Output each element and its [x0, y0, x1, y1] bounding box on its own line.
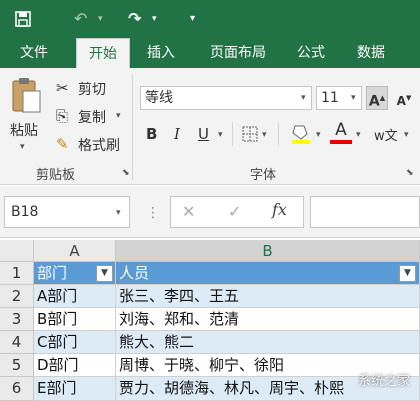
- row-header[interactable]: 5: [0, 354, 34, 377]
- redo-dropdown-icon[interactable]: ▾: [152, 0, 157, 38]
- table-cell[interactable]: 张三、李四、王五: [116, 285, 420, 308]
- format-painter-icon[interactable]: ✎: [56, 135, 69, 153]
- font-group-label: 字体: [250, 168, 277, 183]
- column-header-a[interactable]: A: [34, 240, 116, 262]
- increase-font-size-button[interactable]: A▲: [366, 86, 388, 110]
- font-color-dropdown-icon[interactable]: ▾: [356, 130, 361, 140]
- font-color-glyph: A: [335, 120, 347, 140]
- save-icon[interactable]: [14, 0, 32, 42]
- clipboard-group-label: 剪贴板: [36, 168, 76, 183]
- fill-color-icon[interactable]: [290, 122, 312, 150]
- insert-function-button[interactable]: fx: [272, 200, 287, 219]
- bold-button[interactable]: B: [146, 125, 157, 143]
- underline-button[interactable]: U: [198, 125, 209, 143]
- cut-icon[interactable]: ✂: [56, 79, 69, 97]
- row-header[interactable]: 2: [0, 285, 34, 308]
- copy-button[interactable]: 复制: [78, 107, 106, 127]
- cut-button[interactable]: 剪切: [78, 79, 106, 99]
- table-header-cell[interactable]: 人员: [116, 262, 420, 285]
- tab-insert[interactable]: 插入: [136, 38, 186, 68]
- copy-dropdown-icon[interactable]: ▾: [116, 111, 121, 121]
- font-name-dropdown-icon: ▾: [301, 93, 306, 103]
- phonetic-dropdown-icon[interactable]: ▾: [404, 130, 409, 140]
- tab-home[interactable]: 开始: [76, 38, 130, 68]
- table-cell[interactable]: E部门: [34, 377, 116, 401]
- phonetic-guide-icon[interactable]: w文: [374, 125, 398, 144]
- toolbar-separator: [232, 122, 233, 146]
- toolbar-separator: [278, 122, 279, 146]
- table-cell[interactable]: D部门: [34, 354, 116, 377]
- tab-formulas[interactable]: 公式: [286, 38, 336, 68]
- font-name-select[interactable]: 等线: [140, 86, 312, 110]
- table-cell[interactable]: A部门: [34, 285, 116, 308]
- underline-dropdown-icon[interactable]: ▾: [218, 130, 223, 140]
- group-separator: [132, 74, 133, 180]
- table-cell[interactable]: 熊大、熊二: [116, 331, 420, 354]
- decrease-font-size-button[interactable]: A▼: [392, 86, 416, 110]
- paste-button[interactable]: 粘贴: [10, 120, 38, 140]
- clipboard-launcher-icon[interactable]: ⬊: [122, 168, 130, 178]
- font-size-dropdown-icon: ▾: [351, 93, 356, 103]
- table-cell[interactable]: B部门: [34, 308, 116, 331]
- border-icon[interactable]: [242, 126, 258, 146]
- table-cell[interactable]: C部门: [34, 331, 116, 354]
- row-header[interactable]: 6: [0, 377, 34, 401]
- row-header[interactable]: 4: [0, 331, 34, 354]
- customize-icon[interactable]: ▾: [190, 0, 195, 38]
- title-bar: [0, 0, 420, 38]
- filter-dropdown-icon[interactable]: ▼: [96, 265, 113, 282]
- row-header[interactable]: 3: [0, 308, 34, 331]
- filter-dropdown-icon[interactable]: ▼: [399, 265, 416, 282]
- undo-icon[interactable]: ↶: [74, 0, 87, 38]
- italic-button[interactable]: I: [174, 125, 180, 143]
- copy-icon[interactable]: ⎘: [56, 107, 68, 125]
- more-icon: ⋮: [146, 205, 160, 221]
- tab-file[interactable]: 文件: [10, 38, 58, 68]
- cancel-icon[interactable]: ✕: [182, 202, 195, 221]
- tab-data[interactable]: 数据: [346, 38, 396, 68]
- row-header[interactable]: 1: [0, 262, 34, 285]
- paste-icon[interactable]: [10, 76, 42, 118]
- font-color-swatch: [330, 140, 352, 144]
- font-color-button[interactable]: A: [330, 120, 352, 144]
- undo-dropdown-icon[interactable]: ▾: [98, 0, 103, 38]
- font-launcher-icon[interactable]: ⬊: [406, 168, 414, 178]
- format-painter-button[interactable]: 格式刷: [78, 135, 120, 155]
- fill-color-dropdown-icon[interactable]: ▾: [316, 130, 321, 140]
- confirm-icon[interactable]: ✓: [228, 202, 241, 221]
- formula-input[interactable]: [310, 196, 420, 228]
- tab-page-layout[interactable]: 页面布局: [198, 38, 278, 68]
- name-box-dropdown-icon[interactable]: ▾: [116, 208, 121, 218]
- column-header-b[interactable]: B: [116, 240, 420, 262]
- paste-dropdown-icon[interactable]: ▾: [20, 142, 25, 152]
- border-dropdown-icon[interactable]: ▾: [262, 130, 267, 140]
- name-box[interactable]: B18: [4, 196, 130, 228]
- fill-color-swatch: [292, 140, 310, 144]
- select-all-corner[interactable]: [0, 240, 34, 262]
- watermark: 系统之家: [357, 374, 410, 389]
- table-cell[interactable]: 刘海、郑和、范清: [116, 308, 420, 331]
- redo-icon[interactable]: ↷: [128, 0, 141, 38]
